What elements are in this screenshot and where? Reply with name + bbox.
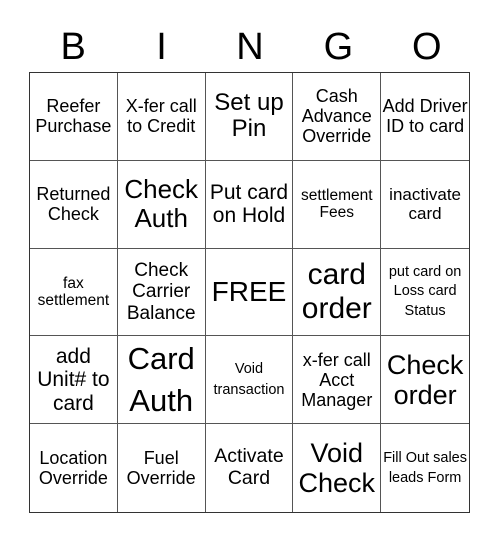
bingo-cell[interactable]: fax settlement bbox=[30, 248, 118, 337]
header-letter-n: N bbox=[236, 26, 264, 68]
bingo-cell[interactable]: Add Driver ID to card bbox=[381, 73, 469, 161]
bingo-cell[interactable]: settlement Fees bbox=[293, 160, 382, 249]
bingo-header: B I N G O bbox=[29, 22, 471, 72]
bingo-cell[interactable]: x-fer call Acct Manager bbox=[293, 336, 382, 425]
bingo-grid: Reefer Purchase X-fer call to Credit Set… bbox=[29, 72, 470, 513]
bingo-cell[interactable]: Activate Card bbox=[206, 424, 294, 512]
bingo-cell[interactable]: add Unit# to card bbox=[30, 336, 118, 425]
header-letter-g: G bbox=[323, 26, 354, 68]
bingo-cell[interactable]: card order bbox=[293, 248, 382, 337]
bingo-cell[interactable]: put card on Loss card Status bbox=[381, 249, 469, 337]
header-letter-o: O bbox=[411, 26, 442, 68]
bingo-cell[interactable]: Returned Check bbox=[30, 160, 118, 249]
bingo-cell[interactable]: Fuel Override bbox=[118, 424, 206, 512]
bingo-cell[interactable]: inactivate card bbox=[381, 161, 469, 249]
bingo-cell[interactable]: Set up Pin bbox=[205, 73, 294, 161]
bingo-cell[interactable]: Cash Advance Override bbox=[293, 73, 382, 161]
bingo-cell[interactable]: Put card on Hold bbox=[205, 160, 294, 249]
bingo-cell[interactable]: Check Auth bbox=[117, 160, 206, 249]
bingo-cell[interactable]: Card Auth bbox=[117, 336, 206, 425]
bingo-cell[interactable]: Fill Out sales leads Form bbox=[381, 424, 469, 512]
bingo-cell[interactable]: Void transaction bbox=[205, 336, 294, 425]
bingo-cell[interactable]: Check order bbox=[381, 336, 469, 425]
bingo-cell[interactable]: Void Check bbox=[293, 424, 382, 512]
bingo-cell[interactable]: X-fer call to Credit bbox=[117, 73, 206, 161]
free-space[interactable]: FREE bbox=[205, 248, 294, 337]
header-letter-i: I bbox=[156, 26, 167, 68]
bingo-cell[interactable]: Reefer Purchase bbox=[30, 73, 118, 161]
header-letter-b: B bbox=[60, 26, 86, 68]
bingo-cell[interactable]: Check Carrier Balance bbox=[117, 248, 206, 337]
bingo-cell[interactable]: Location Override bbox=[30, 424, 118, 512]
